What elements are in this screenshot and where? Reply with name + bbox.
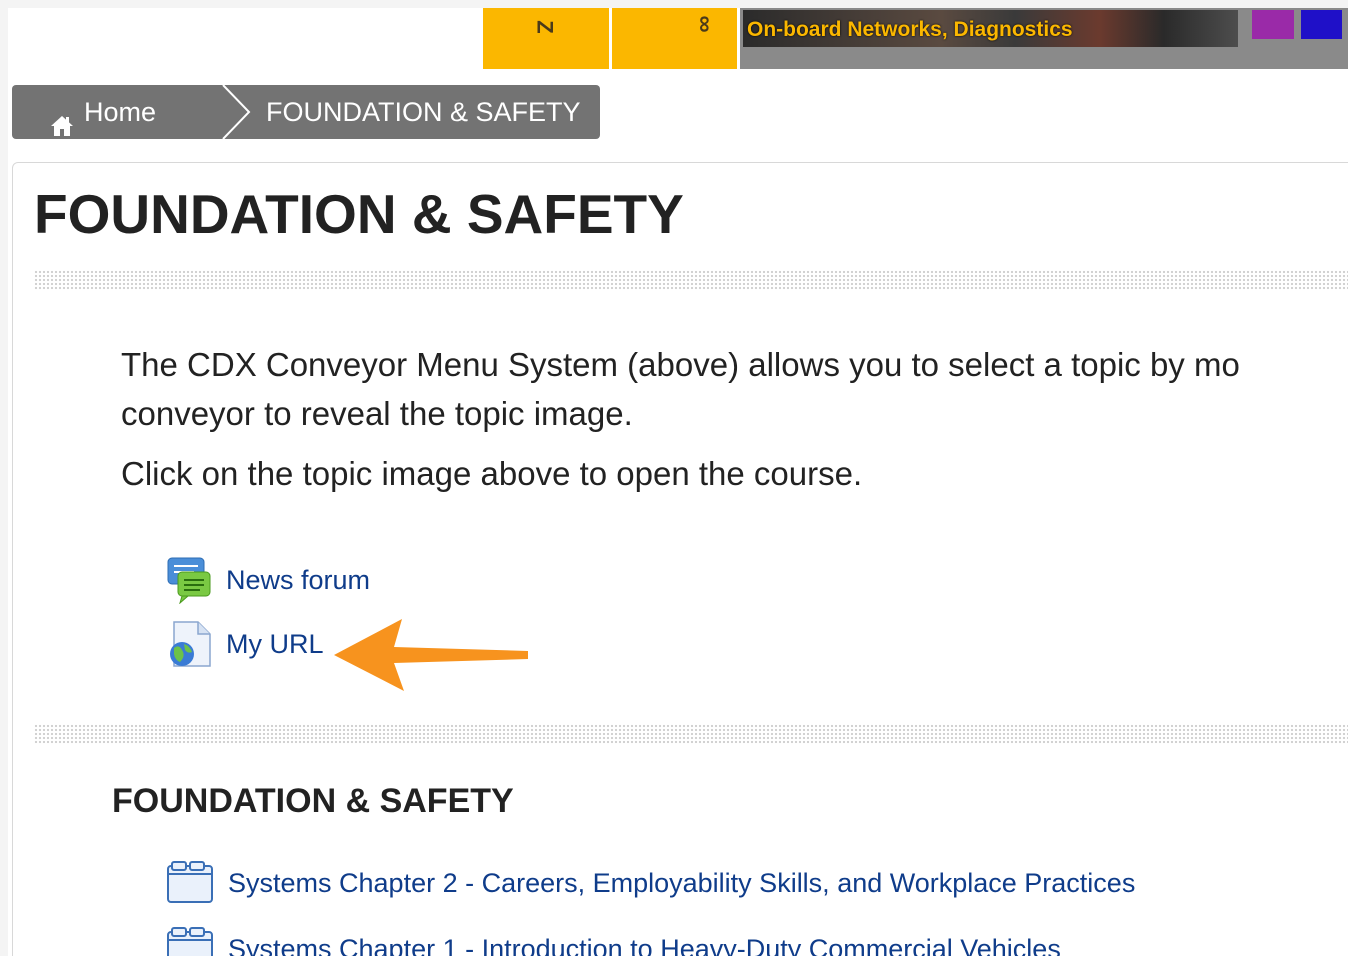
topic-image-caption: On-board Networks, Diagnostics <box>747 18 1073 41</box>
news-forum-link[interactable]: News forum <box>226 565 370 596</box>
conveyor-tile-purple[interactable] <box>1252 10 1294 39</box>
chapter-item[interactable]: Systems Chapter 1 - Introduction to Heav… <box>166 926 1061 956</box>
chapter-item[interactable]: Systems Chapter 2 - Careers, Employabili… <box>166 860 1135 906</box>
my-url-link[interactable]: My URL <box>226 629 324 660</box>
breadcrumb-separator-icon <box>222 85 251 139</box>
annotation-arrow-icon <box>334 619 528 691</box>
intro-instruction: Click on the topic image above to open t… <box>121 455 863 492</box>
conveyor-tile-glyph: ∞ <box>691 15 719 33</box>
home-icon <box>50 101 74 136</box>
folder-icon <box>166 860 214 906</box>
intro-line: conveyor to reveal the topic image. <box>121 395 633 432</box>
activity-news-forum[interactable]: News forum <box>166 556 370 605</box>
folder-icon <box>166 926 214 956</box>
conveyor-tile[interactable]: ∞ <box>612 8 737 69</box>
conveyor-tile-glyph: Z <box>532 20 558 34</box>
section-title: FOUNDATION & SAFETY <box>112 782 514 820</box>
breadcrumb-home-link[interactable]: Home <box>50 85 156 139</box>
conveyor-tile-blue[interactable] <box>1301 10 1342 39</box>
topic-image[interactable]: On-board Networks, Diagnostics <box>743 10 1238 47</box>
forum-icon <box>166 556 212 605</box>
chapter-link[interactable]: Systems Chapter 2 - Careers, Employabili… <box>228 868 1135 899</box>
chapter-link[interactable]: Systems Chapter 1 - Introduction to Heav… <box>228 934 1061 956</box>
intro-text: The CDX Conveyor Menu System (above) all… <box>121 340 1348 438</box>
url-icon <box>166 620 212 668</box>
breadcrumb-home-label: Home <box>84 97 157 127</box>
breadcrumb: Home FOUNDATION & SAFETY <box>12 85 600 139</box>
activity-my-url[interactable]: My URL <box>166 620 324 668</box>
conveyor-tile[interactable]: Z <box>483 8 609 69</box>
page-title: FOUNDATION & SAFETY <box>34 183 684 245</box>
section-divider <box>34 724 1348 744</box>
intro-line: The CDX Conveyor Menu System (above) all… <box>121 346 1240 383</box>
breadcrumb-current: FOUNDATION & SAFETY <box>266 97 581 127</box>
section-divider <box>34 270 1348 290</box>
